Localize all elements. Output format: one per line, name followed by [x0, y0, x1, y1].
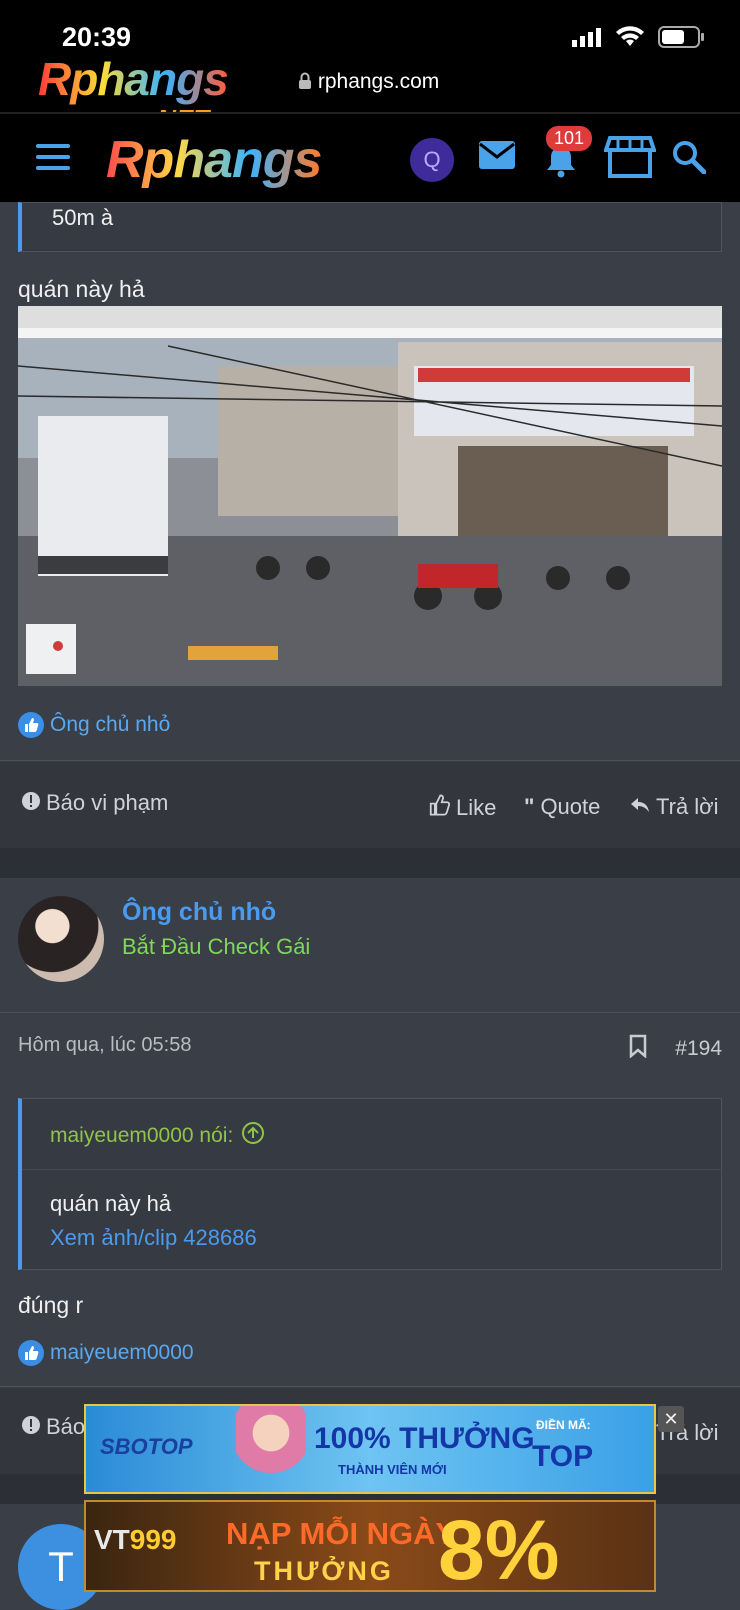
wifi-icon: [616, 26, 644, 53]
post-text: quán này hả: [18, 276, 145, 302]
ad-headline: 100% THƯỞNG: [314, 1422, 535, 1455]
quote-text: quán này hả: [50, 1191, 172, 1216]
clock: 20:39: [62, 22, 132, 52]
thumbs-up-icon: [18, 712, 44, 738]
report-button[interactable]: Báo: [22, 1414, 85, 1440]
signal-icon: [572, 27, 602, 52]
ad-brand: VT999: [94, 1524, 177, 1555]
ad-brand: SBOTOP: [100, 1434, 193, 1459]
url-text: rphangs.com: [317, 70, 440, 93]
alert-icon: [22, 790, 40, 816]
menu-icon[interactable]: [36, 144, 70, 170]
sbotop-banner-ad[interactable]: SBOTOP 100% THƯỞNG THÀNH VIÊN MỚI ĐIỀN M…: [84, 1404, 656, 1494]
thumbs-up-outline-icon: [428, 794, 451, 822]
ad-subline: THÀNH VIÊN MỚI: [338, 1462, 447, 1477]
store-icon[interactable]: [603, 134, 657, 185]
thumbs-up-icon: [18, 1340, 44, 1366]
attached-street-photo[interactable]: [18, 306, 722, 686]
status-icons: [572, 26, 704, 53]
arrow-up-circle-icon[interactable]: [241, 1121, 265, 1151]
site-logo[interactable]: Rphangs: [106, 130, 322, 190]
ad-code-label: ĐIỀN MÃ:: [536, 1418, 591, 1432]
quote-media-link[interactable]: Xem ảnh/clip 428686: [50, 1225, 257, 1251]
post-meta-right: #194: [629, 1034, 722, 1064]
ad-headline: NẠP MỖI NGÀY: [226, 1516, 457, 1551]
quote-divider: [22, 1169, 721, 1170]
search-icon[interactable]: [672, 140, 707, 179]
post-separator: [0, 848, 740, 878]
user-avatar[interactable]: Q: [410, 138, 454, 182]
quote-text: 50m à: [52, 205, 114, 230]
author-title: Bắt Đầu Check Gái: [122, 934, 311, 959]
divider: [0, 1386, 740, 1387]
post-action-bar: Báo vi phạm Like " Quote Trả lời: [0, 762, 740, 848]
close-ad-button[interactable]: ✕: [658, 1406, 684, 1432]
post-timestamp[interactable]: Hôm qua, lúc 05:58: [18, 1034, 191, 1057]
ad-model-image: [236, 1406, 306, 1492]
post-number[interactable]: #194: [675, 1037, 722, 1061]
vt999-banner-ad[interactable]: VT999 NẠP MỖI NGÀY THƯỞNG 8%: [84, 1500, 656, 1592]
status-bar: 20:39 Rphangs .NET rphangs.com: [0, 0, 740, 134]
url-bar[interactable]: rphangs.com: [298, 70, 439, 94]
quote-icon: ": [524, 794, 535, 819]
site-logo-overlay: Rphangs: [38, 53, 229, 105]
notification-badge: 101: [546, 126, 593, 151]
bookmark-icon[interactable]: [629, 1034, 647, 1064]
post-text: đúng r: [18, 1292, 84, 1318]
reply-arrow-icon: [630, 794, 650, 820]
lock-icon: [298, 70, 318, 93]
ad-percent: 8%: [438, 1503, 560, 1592]
likes-summary[interactable]: Ông chủ nhỏ: [18, 712, 170, 738]
liker-name[interactable]: Ông chủ nhỏ: [50, 713, 170, 737]
avatar[interactable]: [18, 896, 104, 982]
author-name[interactable]: Ông chủ nhỏ: [122, 898, 276, 927]
ad-code: TOP: [532, 1440, 594, 1473]
quote-button[interactable]: " Quote: [524, 794, 600, 820]
quote-block: 50m à: [18, 202, 722, 252]
reply-button[interactable]: Trả lời: [630, 794, 719, 820]
divider: [0, 1012, 740, 1013]
divider: [0, 760, 740, 761]
mail-icon[interactable]: [478, 140, 516, 175]
liker-name[interactable]: maiyeuem0000: [50, 1341, 194, 1365]
forum-navbar: Rphangs Q 101: [0, 112, 740, 202]
likes-summary[interactable]: maiyeuem0000: [18, 1340, 194, 1366]
like-button[interactable]: Like: [428, 794, 496, 822]
report-button[interactable]: Báo vi phạm: [22, 790, 168, 816]
battery-icon: [658, 26, 704, 53]
quote-block: maiyeuem0000 nói: quán này hả Xem ảnh/cl…: [18, 1098, 722, 1270]
alert-icon: [22, 1414, 40, 1440]
ad-subline: THƯỞNG: [254, 1556, 394, 1586]
quote-attribution[interactable]: maiyeuem0000 nói:: [50, 1121, 265, 1151]
post-user-card: Ông chủ nhỏ Bắt Đầu Check Gái: [0, 878, 740, 1012]
